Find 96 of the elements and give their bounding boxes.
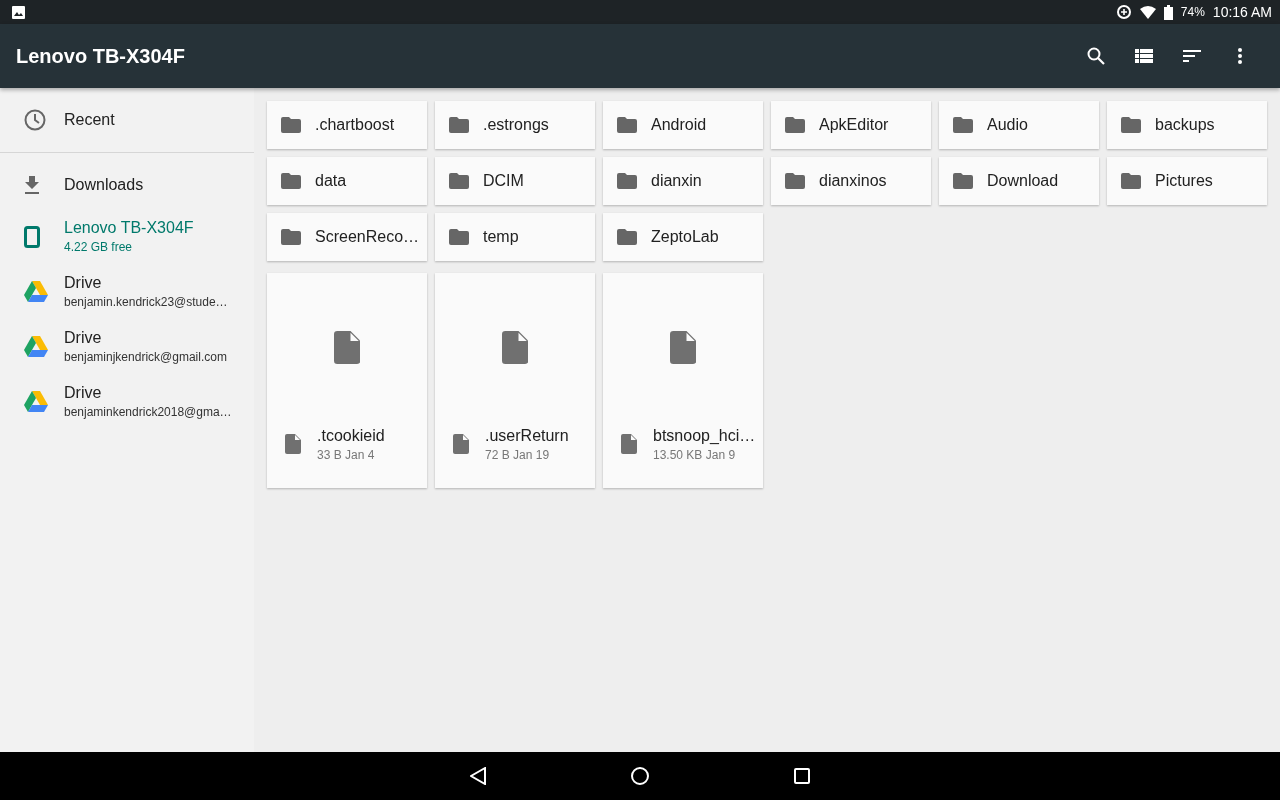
file-details: 72 B Jan 19 xyxy=(485,447,551,462)
data-saver-icon xyxy=(1115,4,1132,20)
clock-time: 10:16 AM xyxy=(1212,4,1272,20)
folder-name: Download xyxy=(987,172,1059,190)
folder-name: Audio xyxy=(987,116,1028,134)
folder-item[interactable]: ApkEditor xyxy=(771,101,931,149)
home-icon xyxy=(631,767,649,785)
folder-icon xyxy=(449,229,469,245)
file-icon xyxy=(453,434,469,454)
folder-name: Android xyxy=(651,116,707,134)
tablet-icon xyxy=(24,225,40,248)
folder-icon xyxy=(617,229,637,245)
folder-icon xyxy=(953,173,973,189)
folder-name: ScreenReco… xyxy=(315,228,420,246)
folder-icon xyxy=(281,117,301,133)
square-icon xyxy=(794,768,810,784)
item-label: Downloads xyxy=(64,176,144,194)
file-icon xyxy=(285,434,301,454)
search-icon xyxy=(1087,47,1105,65)
app-title: Lenovo TB-X304F xyxy=(16,44,186,68)
sidebar-item[interactable]: Downloads xyxy=(0,161,254,209)
file-name: btsnoop_hci… xyxy=(653,426,756,445)
back-icon xyxy=(470,767,486,785)
file-card[interactable]: btsnoop_hci… 13.50 KB Jan 9 xyxy=(603,273,763,488)
sidebar-item[interactable]: Drive benjaminkendrick2018@gma… xyxy=(0,374,254,429)
drive-logo-icon xyxy=(24,336,48,357)
battery-percentage: 74% xyxy=(1180,5,1205,19)
battery-icon xyxy=(1163,4,1173,20)
folder-icon xyxy=(281,173,301,189)
sidebar-item[interactable]: Drive benjamin.kendrick23@stude… xyxy=(0,264,254,319)
drive-logo-icon xyxy=(24,281,48,302)
folder-icon xyxy=(785,173,805,189)
wifi-icon xyxy=(1139,5,1156,19)
folder-item[interactable]: temp xyxy=(435,213,595,261)
sidebar-item[interactable]: Recent xyxy=(0,96,254,144)
folder-item[interactable]: Pictures xyxy=(1107,157,1267,205)
folder-name: .chartboost xyxy=(315,116,395,134)
folder-item[interactable]: dianxin xyxy=(603,157,763,205)
folder-name: .estrongs xyxy=(483,116,549,134)
item-subtitle: 4.22 GB free xyxy=(64,240,134,254)
folder-icon xyxy=(617,173,637,189)
file-card[interactable]: .tcookieid 33 B Jan 4 xyxy=(267,273,427,488)
folder-icon xyxy=(449,117,469,133)
item-label: Drive xyxy=(64,274,103,292)
folder-item[interactable]: .chartboost xyxy=(267,101,427,149)
image-icon xyxy=(12,5,25,19)
folder-name: backups xyxy=(1155,116,1215,134)
item-label: Lenovo TB-X304F xyxy=(64,219,194,237)
file-icon xyxy=(501,331,529,364)
folder-icon xyxy=(617,117,637,133)
clock-icon xyxy=(24,109,46,131)
sidebar-item[interactable]: Lenovo TB-X304F 4.22 GB free xyxy=(0,209,254,264)
folder-item[interactable]: Download xyxy=(939,157,1099,205)
folder-item[interactable]: dianxinos xyxy=(771,157,931,205)
sort-icon xyxy=(1183,50,1201,62)
file-icon xyxy=(669,331,697,364)
file-card[interactable]: .userReturn 72 B Jan 19 xyxy=(435,273,595,488)
folder-item[interactable]: Android xyxy=(603,101,763,149)
folder-item[interactable]: ZeptoLab xyxy=(603,213,763,261)
file-details: 33 B Jan 4 xyxy=(317,447,376,462)
list-icon xyxy=(1135,49,1153,63)
download-icon xyxy=(24,176,40,194)
folder-item[interactable]: backups xyxy=(1107,101,1267,149)
item-subtitle: benjaminjkendrick@gmail.com xyxy=(64,350,227,364)
item-subtitle: benjamin.kendrick23@stude… xyxy=(64,295,228,309)
item-label: Drive xyxy=(64,384,103,402)
file-name: .userReturn xyxy=(485,426,569,445)
item-label: Recent xyxy=(64,111,115,129)
folder-item[interactable]: ScreenReco… xyxy=(267,213,427,261)
folder-icon xyxy=(281,229,301,245)
folder-item[interactable]: DCIM xyxy=(435,157,595,205)
folder-name: ZeptoLab xyxy=(651,228,719,246)
folder-icon xyxy=(1121,173,1141,189)
folder-icon xyxy=(953,117,973,133)
folder-icon xyxy=(1121,117,1141,133)
folder-item[interactable]: data xyxy=(267,157,427,205)
more-icon xyxy=(1238,48,1242,64)
file-icon xyxy=(333,331,361,364)
folder-icon xyxy=(785,117,805,133)
file-details: 13.50 KB Jan 9 xyxy=(653,447,737,462)
folder-name: dianxinos xyxy=(819,172,887,190)
file-icon xyxy=(621,434,637,454)
folder-name: dianxin xyxy=(651,172,702,190)
folder-name: ApkEditor xyxy=(819,116,889,134)
folder-name: DCIM xyxy=(483,172,524,190)
file-name: .tcookieid xyxy=(317,426,385,445)
folder-icon xyxy=(449,173,469,189)
sidebar-item[interactable]: Drive benjaminjkendrick@gmail.com xyxy=(0,319,254,374)
folder-item[interactable]: Audio xyxy=(939,101,1099,149)
folder-item[interactable]: .estrongs xyxy=(435,101,595,149)
folder-name: data xyxy=(315,172,347,190)
folder-name: temp xyxy=(483,228,519,246)
drive-logo-icon xyxy=(24,391,48,412)
item-subtitle: benjaminkendrick2018@gma… xyxy=(64,405,232,419)
item-label: Drive xyxy=(64,329,103,347)
folder-name: Pictures xyxy=(1155,172,1213,190)
